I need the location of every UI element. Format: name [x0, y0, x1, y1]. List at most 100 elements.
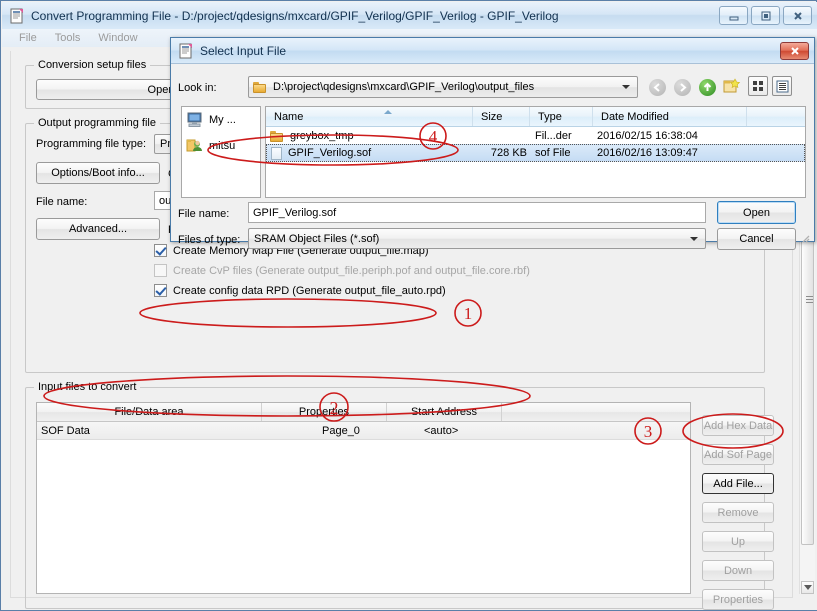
input-files-sof-data-row[interactable]: SOF Data Page_0 <auto>	[37, 422, 690, 440]
column-name-label: Name	[274, 110, 304, 123]
cell-file-data-area: SOF Data	[41, 424, 90, 437]
dialog-file-name-value: GPIF_Verilog.sof	[253, 206, 337, 219]
remove-button[interactable]: Remove	[702, 502, 774, 523]
advanced-button[interactable]: Advanced...	[36, 218, 160, 240]
detail-view-icon[interactable]	[772, 76, 792, 96]
add-hex-data-button[interactable]: Add Hex Data	[702, 415, 774, 436]
column-type[interactable]: Type	[530, 107, 593, 126]
dialog-open-label: Open	[743, 206, 770, 219]
list-view-icon[interactable]	[748, 76, 768, 96]
column-properties[interactable]: Properties	[262, 403, 387, 421]
conversion-setup-files-title: Conversion setup files	[34, 59, 151, 71]
file-icon	[271, 146, 282, 160]
file-type-label: Fil...der	[535, 129, 572, 142]
dialog-cancel-button[interactable]: Cancel	[717, 228, 796, 250]
menu-window[interactable]: Window	[89, 32, 146, 44]
file-name-label: greybox_tmp	[290, 129, 354, 142]
down-label: Down	[723, 564, 753, 577]
add-sof-page-button[interactable]: Add Sof Page	[702, 444, 774, 465]
screenshot-root: Convert Programming File - D:/project/qd…	[0, 0, 817, 611]
dialog-open-button[interactable]: Open	[717, 201, 796, 224]
places-sidebar[interactable]: My ... mitsu	[181, 106, 261, 198]
menu-tools[interactable]: Tools	[46, 32, 90, 44]
gpif-verilog-sof-file-row[interactable]: GPIF_Verilog.sof 728 KB sof File 2016/02…	[266, 144, 805, 162]
menu-file[interactable]: File	[10, 32, 46, 44]
dialog-body: Look in: D:\project\qdesigns\mxcard\GPIF…	[176, 68, 811, 250]
properties-label: Properties	[712, 593, 764, 606]
scrollbar-grip-icon	[806, 296, 813, 303]
resize-grip-icon[interactable]	[800, 233, 810, 246]
file-list[interactable]: Name Size Type Date Modified greybox_tmp…	[265, 106, 806, 198]
input-files-to-convert-title: Input files to convert	[34, 381, 141, 393]
properties-button[interactable]: Properties	[702, 589, 774, 610]
minimize-button[interactable]	[719, 6, 748, 25]
dialog-cancel-label: Cancel	[739, 233, 774, 245]
add-file-label: Add File...	[713, 477, 763, 490]
column-file-data-area[interactable]: File/Data area	[37, 403, 262, 421]
up-button[interactable]: Up	[702, 531, 774, 552]
cell-start-address: <auto>	[424, 424, 459, 437]
place-my-computer[interactable]: My ...	[182, 107, 260, 133]
cell-properties: Page_0	[322, 424, 360, 437]
file-size-cell: 728 KB	[473, 145, 530, 161]
options-boot-info-button[interactable]: Options/Boot info...	[36, 162, 160, 184]
file-row-greybox-tmp[interactable]: greybox_tmp Fil...der 2016/02/15 16:38:0…	[266, 127, 805, 144]
create-cvp-files-label: Create CvP files (Generate output_file.p…	[173, 264, 530, 277]
column-extra[interactable]	[502, 403, 690, 421]
look-in-value: D:\project\qdesigns\mxcard\GPIF_Verilog\…	[273, 81, 535, 93]
my-computer-icon	[187, 112, 202, 127]
file-date-cell: 2016/02/15 16:38:04	[593, 127, 747, 144]
dialog-file-name-label: File name:	[178, 208, 230, 220]
column-size[interactable]: Size	[473, 107, 530, 126]
file-name-cell: GPIF_Verilog.sof	[267, 145, 473, 161]
forward-icon[interactable]	[671, 76, 693, 98]
place-label: mitsu	[209, 140, 236, 152]
column-name[interactable]: Name	[266, 107, 473, 126]
checkbox-box	[154, 244, 167, 257]
files-of-type-combo[interactable]: SRAM Object Files (*.sof)	[248, 228, 706, 249]
add-sof-page-label: Add Sof Page	[704, 448, 772, 461]
back-icon[interactable]	[646, 76, 668, 98]
input-files-table[interactable]: File/Data area Properties Start Address …	[36, 402, 691, 594]
programming-file-type-label: Programming file type:	[36, 138, 147, 150]
file-type-cell: Fil...der	[530, 127, 593, 144]
file-name-label: GPIF_Verilog.sof	[288, 147, 372, 159]
dialog-close-button[interactable]	[780, 42, 809, 60]
column-date-modified[interactable]: Date Modified	[593, 107, 747, 126]
advanced-label: Advanced...	[68, 223, 128, 235]
column-size-label: Size	[481, 110, 503, 123]
close-button[interactable]	[783, 6, 812, 25]
parent-folder-icon[interactable]	[696, 76, 718, 98]
look-in-combo[interactable]: D:\project\qdesigns\mxcard\GPIF_Verilog\…	[248, 76, 638, 98]
dialog-file-name-input[interactable]: GPIF_Verilog.sof	[248, 202, 706, 223]
user-folder-icon	[186, 139, 202, 152]
create-config-data-rpd-checkbox[interactable]: Create config data RPD (Generate output_…	[154, 284, 446, 297]
place-mitsu[interactable]: mitsu	[182, 133, 260, 159]
column-type-label: Type	[538, 110, 562, 123]
file-date-label: 2016/02/15 16:38:04	[597, 129, 698, 142]
main-window-controls	[719, 6, 812, 25]
programming-file-icon	[9, 8, 25, 24]
file-date-label: 2016/02/16 13:09:47	[597, 147, 698, 159]
new-folder-icon[interactable]	[722, 76, 742, 96]
chevron-down-icon	[622, 85, 630, 89]
down-button[interactable]: Down	[702, 560, 774, 581]
main-window-titlebar: Convert Programming File - D:/project/qd…	[2, 2, 817, 30]
input-files-to-convert-group: Input files to convert File/Data area Pr…	[25, 381, 774, 610]
add-hex-data-label: Add Hex Data	[703, 419, 773, 432]
input-files-table-header: File/Data area Properties Start Address	[37, 403, 690, 422]
output-file-name-label: File name:	[36, 196, 88, 208]
file-list-header: Name Size Type Date Modified	[266, 107, 805, 127]
add-file-button[interactable]: Add File...	[702, 473, 774, 494]
select-input-file-icon	[178, 43, 194, 59]
column-filler	[747, 107, 805, 126]
column-start-address[interactable]: Start Address	[387, 403, 502, 421]
maximize-button[interactable]	[751, 6, 780, 25]
scrollbar-down-arrow[interactable]	[801, 581, 814, 594]
folder-icon	[270, 130, 284, 142]
select-input-file-dialog: Select Input File Look in: D:\project\qd…	[170, 37, 815, 250]
place-label: My ...	[209, 114, 236, 126]
remove-label: Remove	[717, 506, 759, 519]
options-boot-info-label: Options/Boot info...	[51, 167, 145, 179]
dialog-title: Select Input File	[200, 43, 287, 58]
